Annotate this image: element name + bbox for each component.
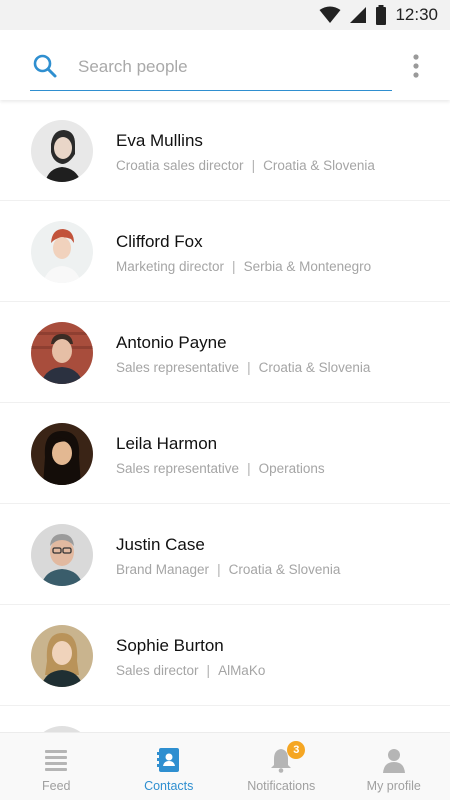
contact-meta: Croatia sales director | Croatia & Sloveni… <box>116 158 375 173</box>
avatar <box>31 120 93 182</box>
contact-title: Sales director <box>116 663 199 678</box>
avatar <box>31 625 93 687</box>
profile-icon <box>382 749 405 773</box>
contact-title: Marketing director <box>116 259 225 274</box>
battery-icon <box>376 5 387 25</box>
contact-name: Eva Mullins <box>116 131 203 150</box>
contact-title: Sales representative <box>116 360 240 375</box>
search-icon[interactable] <box>32 53 58 79</box>
notification-badge: 3 <box>287 741 306 759</box>
contact-meta: Sales director | AlMaKo <box>116 663 265 678</box>
contact-name: Leila Harmon <box>116 434 218 453</box>
contact-list-item[interactable]: Justin Case Brand Manager | Croatia & Slov… <box>0 504 450 605</box>
contact-region: Croatia & Slovenia <box>228 562 341 577</box>
feed-icon <box>45 750 68 771</box>
contact-region: Croatia & Slovenia <box>263 158 375 173</box>
contact-name: Justin Case <box>116 535 205 554</box>
nav-item-my-profile[interactable]: My profile <box>338 733 450 800</box>
contact-title: Brand Manager <box>116 562 210 577</box>
nav-label: Notifications <box>247 779 316 793</box>
bottom-navigation: Feed Contacts 3 Notifications My profile <box>0 732 450 800</box>
more-vertical-icon[interactable] <box>412 53 420 79</box>
status-icons: 12:30 <box>319 4 438 26</box>
contact-region: Serbia & Montenegro <box>243 259 372 274</box>
separator: | <box>247 461 251 476</box>
nav-item-feed[interactable]: Feed <box>0 733 113 800</box>
separator: | <box>247 360 251 375</box>
contact-list-item[interactable]: Antonio Payne Sales representative | Croat… <box>0 302 450 403</box>
contact-meta: Sales representative | Operations <box>116 461 325 476</box>
nav-label: Feed <box>42 779 71 793</box>
status-time: 12:30 <box>395 5 438 24</box>
avatar <box>31 524 93 586</box>
contact-list-item[interactable]: Leila Harmon Sales representative | Operat… <box>0 403 450 504</box>
nav-item-contacts[interactable]: Contacts <box>113 733 226 800</box>
separator: | <box>217 562 221 577</box>
search-input[interactable] <box>78 53 378 81</box>
contact-list-item[interactable]: Clifford Fox Marketing director | Serbia &… <box>0 201 450 302</box>
search-bar[interactable] <box>30 47 392 91</box>
contact-meta: Brand Manager | Croatia & Slovenia <box>116 562 340 577</box>
wifi-icon <box>319 6 341 23</box>
avatar <box>31 423 93 485</box>
contact-meta: Marketing director | Serbia & Montenegro <box>116 259 371 274</box>
contact-region: Croatia & Slovenia <box>258 360 371 375</box>
contact-name: Antonio Payne <box>116 333 227 352</box>
signal-icon <box>350 7 367 23</box>
avatar <box>31 221 93 283</box>
contacts-icon <box>156 748 179 772</box>
contact-list-item[interactable]: Sophie Burton Sales director | AlMaKo <box>0 605 450 706</box>
contact-name: Clifford Fox <box>116 232 203 251</box>
contact-region: AlMaKo <box>218 663 266 678</box>
separator: | <box>232 259 236 274</box>
contact-meta: Sales representative | Croatia & Slovenia <box>116 360 370 375</box>
avatar <box>31 322 93 384</box>
search-header <box>0 30 450 100</box>
contact-list: Eva Mullins Croatia sales director | Croat… <box>0 100 450 732</box>
nav-label: Contacts <box>144 779 194 793</box>
nav-label: My profile <box>366 779 421 793</box>
contact-list-item[interactable] <box>0 706 450 732</box>
separator: | <box>251 158 256 173</box>
contact-name: Sophie Burton <box>116 636 224 655</box>
status-bar: 12:30 <box>0 0 450 30</box>
nav-item-notifications[interactable]: 3 Notifications <box>225 733 338 800</box>
separator: | <box>206 663 211 678</box>
contact-region: Operations <box>258 461 325 476</box>
contact-title: Croatia sales director <box>116 158 244 173</box>
contact-list-item[interactable]: Eva Mullins Croatia sales director | Croat… <box>0 100 450 201</box>
contact-title: Sales representative <box>116 461 240 476</box>
